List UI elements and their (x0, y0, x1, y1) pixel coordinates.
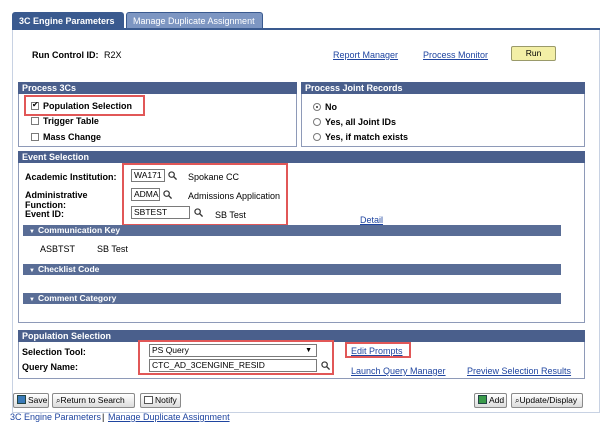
footer-link-3c-engine-parameters[interactable]: 3C Engine Parameters (10, 412, 101, 422)
preview-selection-results-link[interactable]: Preview Selection Results (467, 366, 571, 376)
query-name-label: Query Name: (22, 362, 79, 372)
run-button[interactable]: Run (511, 46, 556, 61)
joint-no-label: No (325, 102, 337, 112)
population-tool-highlight (138, 340, 334, 375)
communication-key-description: SB Test (97, 244, 128, 254)
process-monitor-link[interactable]: Process Monitor (423, 50, 488, 60)
notify-button[interactable]: Notify (140, 393, 181, 408)
tab-3c-engine-parameters[interactable]: 3C Engine Parameters (12, 12, 124, 29)
save-button[interactable]: Save (13, 393, 49, 408)
detail-link[interactable]: Detail (360, 215, 383, 225)
joint-all-label: Yes, all Joint IDs (325, 117, 397, 127)
footer-separator: | (102, 412, 105, 422)
joint-records-header: Process Joint Records (301, 82, 585, 94)
process3cs-header: Process 3Cs (18, 82, 297, 94)
comment-category-header[interactable]: ▼ Comment Category (23, 293, 561, 304)
add-icon (478, 395, 487, 404)
joint-match-label: Yes, if match exists (325, 132, 409, 142)
institution-label: Academic Institution: (25, 172, 117, 182)
run-control-label: Run Control ID: (32, 50, 99, 60)
collapse-triangle-icon: ▼ (29, 268, 35, 274)
tab-manage-duplicate-assignment[interactable]: Manage Duplicate Assignment (126, 12, 263, 29)
joint-no-radio[interactable] (313, 103, 321, 111)
update-display-button[interactable]: ⌕Update/Display (511, 393, 583, 408)
communication-key-value: ASBTST (40, 244, 76, 254)
collapse-triangle-icon: ▼ (29, 229, 35, 235)
joint-all-radio[interactable] (313, 118, 321, 126)
checklist-code-header[interactable]: ▼ Checklist Code (23, 264, 561, 275)
event-selection-highlight (122, 163, 288, 226)
save-icon (17, 395, 26, 404)
joint-match-radio[interactable] (313, 133, 321, 141)
add-button[interactable]: Add (474, 393, 507, 408)
admin-function-label: Administrative Function: (25, 190, 88, 210)
collapse-triangle-icon: ▼ (29, 297, 35, 303)
return-to-search-button[interactable]: ⌕Return to Search (52, 393, 135, 408)
trigger-table-checkbox[interactable] (31, 117, 39, 125)
population-selection-highlight (24, 95, 145, 116)
run-control-value: R2X (104, 50, 122, 60)
launch-query-manager-link[interactable]: Launch Query Manager (351, 366, 446, 376)
notify-icon (144, 396, 153, 404)
mass-change-label: Mass Change (43, 132, 102, 142)
event-id-label: Event ID: (25, 209, 65, 219)
communication-key-header[interactable]: ▼ Communication Key (23, 225, 561, 236)
event-selection-header: Event Selection (18, 151, 585, 163)
trigger-table-label: Trigger Table (43, 116, 99, 126)
edit-prompts-highlight (345, 342, 411, 358)
report-manager-link[interactable]: Report Manager (333, 50, 398, 60)
footer-link-manage-duplicate-assignment[interactable]: Manage Duplicate Assignment (108, 412, 230, 422)
mass-change-checkbox[interactable] (31, 133, 39, 141)
selection-tool-label: Selection Tool: (22, 347, 86, 357)
